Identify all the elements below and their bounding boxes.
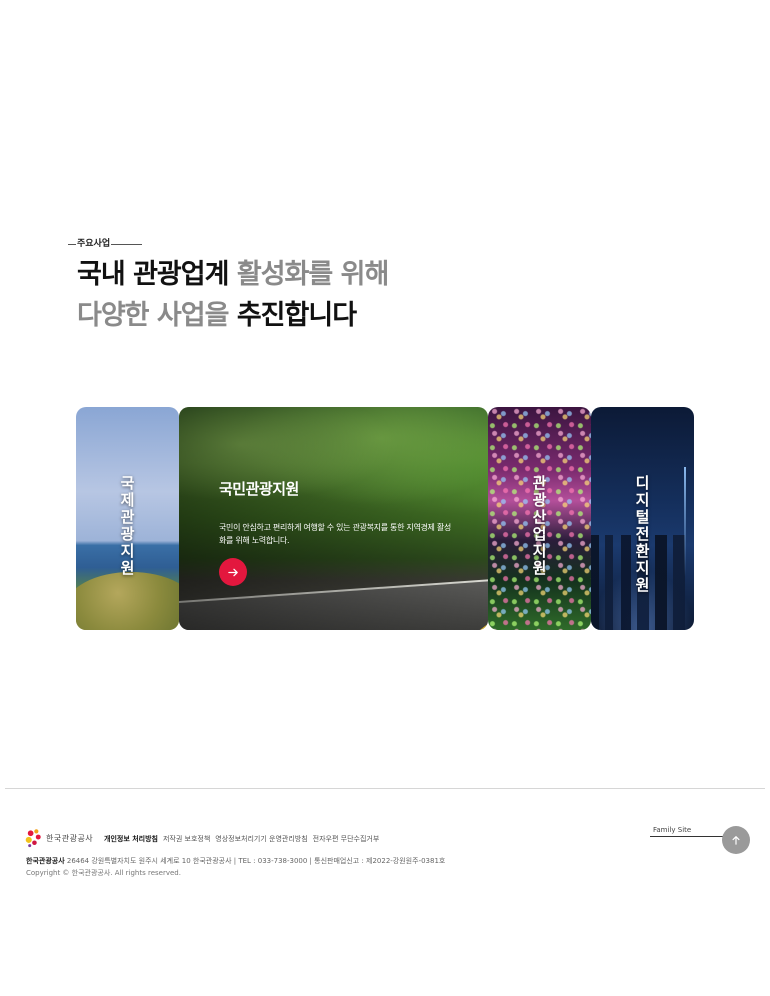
card-description-domestic: 국민이 안심하고 편리하게 여행할 수 있는 관광복지를 통한 지역경제 활성화… — [219, 523, 451, 545]
section-headline: 국내 관광업계 활성화를 위해 다양한 사업을 추진합니다 — [77, 254, 389, 336]
footer-link-cctv[interactable]: 영상정보처리기기 운영관리방침 — [215, 834, 307, 844]
card-international-tourism[interactable]: 국제관광지원 — [76, 407, 179, 630]
card-tourism-industry[interactable]: 관광산업지원 — [488, 407, 591, 630]
footer-link-email[interactable]: 전자우편 무단수집거부 — [313, 834, 380, 844]
card-overlay — [179, 407, 488, 630]
footer-links: 개인정보 처리방침 저작권 보호정책 영상정보처리기기 운영관리방침 전자우편 … — [104, 834, 379, 844]
kto-logo-icon — [25, 829, 41, 848]
headline-dark-part-1: 국내 관광업계 — [77, 259, 229, 290]
card-digital-transformation[interactable]: 디지털전환지원 — [591, 407, 694, 630]
footer-divider — [5, 788, 765, 789]
footer-logo-text: 한국관광공사 — [46, 833, 94, 843]
card-image-light-beam — [684, 467, 686, 577]
card-image-sea — [76, 572, 179, 630]
card-title-digital: 디지털전환지원 — [635, 474, 650, 594]
section-eyebrow: 주요사업 — [68, 237, 142, 251]
footer-org-name: 한국관광공사 — [26, 857, 65, 865]
footer-link-privacy[interactable]: 개인정보 처리방침 — [104, 834, 158, 844]
card-title-international: 국제관광지원 — [120, 474, 135, 577]
card-domestic-tourism[interactable]: 국민관광지원 국민이 안심하고 편리하게 여행할 수 있는 관광복지를 통한 지… — [179, 407, 488, 630]
family-site-select[interactable]: Family Site — [650, 823, 726, 837]
arrow-right-icon — [227, 568, 238, 576]
headline-dark-part-2: 추진합니다 — [236, 300, 357, 331]
footer-address-text: 26464 강원특별자치도 원주시 세계로 10 한국관광공사 | TEL : … — [64, 857, 446, 865]
footer-link-copyright[interactable]: 저작권 보호정책 — [163, 834, 210, 844]
footer-copyright: Copyright © 한국관광공사. All rights reserved. — [26, 869, 181, 877]
eyebrow-label: 주요사업 — [76, 237, 112, 251]
footer-logo[interactable]: 한국관광공사 — [24, 827, 93, 849]
headline-grey-part-2: 다양한 사업을 — [77, 300, 237, 331]
footer-address: 한국관광공사 26464 강원특별자치도 원주시 세계로 10 한국관광공사 |… — [26, 856, 445, 866]
card-title-domestic: 국민관광지원 — [219, 480, 299, 498]
headline-grey-part-1: 활성화를 위해 — [228, 259, 389, 290]
business-cards: 국제관광지원 국민관광지원 국민이 안심하고 편리하게 여행할 수 있는 관광복… — [76, 407, 694, 630]
arrow-up-icon — [732, 836, 740, 845]
scroll-top-button[interactable] — [722, 826, 750, 854]
card-more-button[interactable] — [219, 558, 247, 586]
card-title-industry: 관광산업지원 — [532, 474, 547, 577]
